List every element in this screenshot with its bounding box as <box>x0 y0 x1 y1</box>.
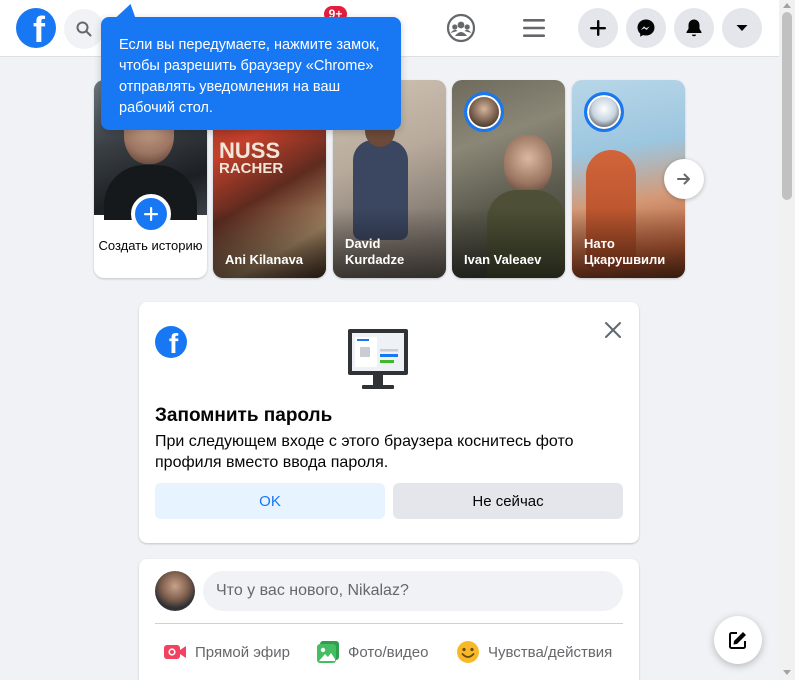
page-scrollbar[interactable] <box>779 0 795 680</box>
post-composer: Что у вас нового, Nikalaz? Прямой эфир Ф… <box>139 559 639 680</box>
menu-nav-button[interactable] <box>518 12 550 44</box>
avatar[interactable] <box>155 571 195 611</box>
feeling-icon <box>456 640 480 664</box>
new-message-button[interactable] <box>714 616 762 664</box>
story-author-name: Нато Цкарушвили <box>584 236 666 267</box>
story-author-name: David Kurdadze <box>345 236 405 267</box>
photo-video-label: Фото/видео <box>348 643 429 661</box>
scrollbar-thumb[interactable] <box>782 12 792 200</box>
live-video-button[interactable]: Прямой эфир <box>163 637 290 667</box>
create-story-label: Создать историю <box>98 238 203 253</box>
stories-next-button[interactable] <box>664 159 704 199</box>
notification-permission-tooltip: Если вы передумаете, нажмите замок, чтоб… <box>101 17 401 130</box>
plus-icon <box>590 20 606 36</box>
messenger-icon <box>637 19 655 37</box>
photo-video-button[interactable]: Фото/видео <box>316 637 428 667</box>
messenger-button[interactable] <box>626 8 666 48</box>
create-button[interactable] <box>578 8 618 48</box>
photo-icon <box>316 640 340 664</box>
story-author-avatar <box>464 92 504 132</box>
close-icon <box>605 322 621 338</box>
feeling-activity-button[interactable]: Чувства/действия <box>456 637 612 667</box>
search-button[interactable] <box>64 9 104 49</box>
notifications-button[interactable] <box>674 8 714 48</box>
close-button[interactable] <box>601 318 625 342</box>
not-now-button[interactable]: Не сейчас <box>393 483 623 519</box>
facebook-logo-icon[interactable]: f <box>16 8 56 48</box>
search-icon <box>76 21 92 37</box>
scroll-up-arrow-icon[interactable] <box>783 3 791 8</box>
ok-button[interactable]: OK <box>155 483 385 519</box>
story-author-avatar <box>584 92 624 132</box>
groups-icon <box>446 13 476 43</box>
scroll-down-arrow-icon[interactable] <box>783 670 791 675</box>
groups-nav-button[interactable] <box>445 12 477 44</box>
save-password-card: f Запомнить пароль При следующем входе с… <box>139 302 639 543</box>
story-author-name: Ani Kilanava <box>225 252 304 267</box>
chevron-down-icon <box>736 25 748 31</box>
save-password-title: Запомнить пароль <box>155 405 333 426</box>
live-video-icon <box>163 640 187 664</box>
composer-input[interactable]: Что у вас нового, Nikalaz? <box>203 571 623 611</box>
story-author-name: Ivan Valeaev <box>464 252 542 267</box>
plus-icon <box>144 207 158 221</box>
bell-icon <box>686 19 702 37</box>
compose-icon <box>729 632 746 649</box>
hamburger-menu-icon <box>523 19 545 37</box>
add-story-button[interactable] <box>131 194 171 234</box>
account-menu-button[interactable] <box>722 8 762 48</box>
live-video-label: Прямой эфир <box>195 643 290 661</box>
story-photo-print: RACHER <box>219 160 284 177</box>
monitor-illustration-icon <box>348 329 408 389</box>
story-card[interactable]: Ivan Valeaev <box>452 80 565 278</box>
feeling-activity-label: Чувства/действия <box>488 643 613 661</box>
divider <box>155 623 623 624</box>
save-password-description: При следующем входе с этого браузера кос… <box>155 433 574 471</box>
arrow-right-icon <box>677 173 690 185</box>
facebook-logo-icon: f <box>155 326 187 358</box>
tooltip-text: Если вы передумаете, нажмите замок, чтоб… <box>119 37 380 116</box>
